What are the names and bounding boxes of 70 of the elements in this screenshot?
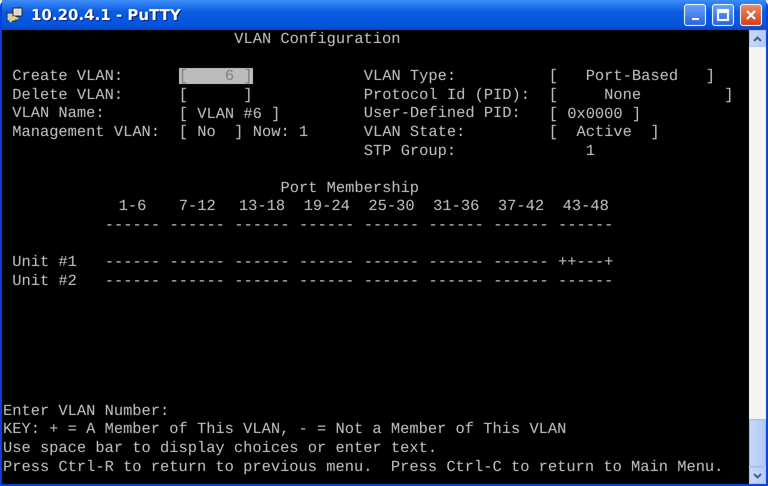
port-membership[interactable]: ------ (299, 254, 354, 270)
minimize-button[interactable] (684, 4, 706, 26)
putty-icon (5, 5, 25, 25)
field-label: Create VLAN: (12, 67, 124, 86)
port-membership[interactable]: ------ (234, 254, 290, 270)
port-membership[interactable]: ------ (170, 254, 225, 270)
port-membership[interactable]: ------ (234, 273, 290, 290)
column-header: 7-12 (178, 197, 217, 216)
field-label: Protocol Id (PID): (364, 86, 531, 104)
field-value[interactable]: [ 0x0000 ] (548, 106, 642, 122)
field-label: VLAN Name: (12, 104, 106, 123)
column-header: 1-6 (118, 197, 148, 216)
header-rule: ------ (558, 216, 614, 235)
field-label: Delete VLAN: (12, 86, 124, 104)
field-value[interactable]: 1 (586, 142, 595, 159)
header-rule: ------ (104, 216, 160, 235)
maximize-icon (717, 9, 729, 21)
window-title: 10.20.4.1 - PuTTY (31, 6, 182, 24)
scroll-thumb[interactable] (749, 419, 766, 467)
header-rule: ------ (299, 216, 354, 235)
field-label: VLAN State: (364, 122, 466, 142)
field-value[interactable]: [ VLAN #6 ] (178, 106, 280, 122)
prompt-text: Enter VLAN Number: (3, 402, 170, 420)
header-rule: ------ (234, 216, 290, 235)
maximize-button[interactable] (712, 4, 734, 26)
scrollbar[interactable] (749, 30, 766, 484)
port-membership[interactable]: ------ (493, 273, 549, 290)
port-membership[interactable]: ------ (364, 273, 420, 290)
header-rule: ------ (493, 216, 549, 235)
port-membership[interactable]: ------ (558, 273, 614, 290)
scroll-down-button[interactable] (749, 467, 766, 484)
port-membership[interactable]: ------ (104, 273, 160, 290)
help-text: Use space bar to display choices or enter text. (3, 439, 438, 458)
column-header: 31-36 (432, 197, 480, 216)
help-text: Press Ctrl-R to return to previous menu. Press Ctrl-C to return to Main Menu. (3, 458, 724, 476)
port-membership[interactable]: ------ (428, 273, 484, 290)
section-title: Port Membership (280, 178, 420, 198)
port-membership[interactable]: ------ (364, 254, 420, 270)
header-rule: ------ (428, 216, 484, 235)
unit-label: Unit #1 (12, 253, 78, 272)
column-header: 37-42 (496, 197, 546, 216)
field-label: VLAN Type: (364, 67, 458, 86)
port-membership[interactable]: ------ (170, 273, 225, 290)
header-rule: ------ (364, 216, 420, 235)
field-value[interactable]: [ None ] (548, 87, 734, 104)
minimize-icon (692, 18, 698, 20)
port-membership[interactable]: ------ (493, 254, 549, 270)
port-membership[interactable]: ------ (428, 254, 484, 270)
field-value[interactable]: [ Active ] (548, 124, 660, 140)
column-header: 25-30 (367, 197, 416, 216)
field-value[interactable]: [ ] (178, 87, 253, 104)
column-header: 43-48 (562, 197, 610, 216)
field-label: Management VLAN: (12, 122, 162, 142)
port-membership[interactable]: ------ (104, 254, 160, 270)
field-value[interactable]: [ No ] (178, 124, 244, 140)
column-header: 13-18 (238, 197, 286, 216)
help-text: KEY: + = A Member of This VLAN, - = Not a Member of This VLAN (3, 420, 568, 440)
port-membership[interactable]: ------ (299, 273, 354, 290)
close-icon (745, 9, 757, 21)
screen-title: VLAN Configuration (234, 30, 402, 49)
close-button[interactable] (740, 4, 762, 26)
scroll-up-button[interactable] (749, 30, 766, 47)
field-label: User-Defined PID: (364, 104, 522, 123)
header-rule: ------ (170, 216, 225, 235)
unit-label: Unit #2 (12, 272, 78, 290)
column-header: 19-24 (302, 197, 351, 216)
current-value: Now: 1 (252, 122, 308, 142)
field-label: STP Group: (364, 142, 458, 160)
field-value[interactable]: [ Port-Based ] (548, 68, 715, 84)
port-membership[interactable]: ++---+ (558, 254, 614, 270)
